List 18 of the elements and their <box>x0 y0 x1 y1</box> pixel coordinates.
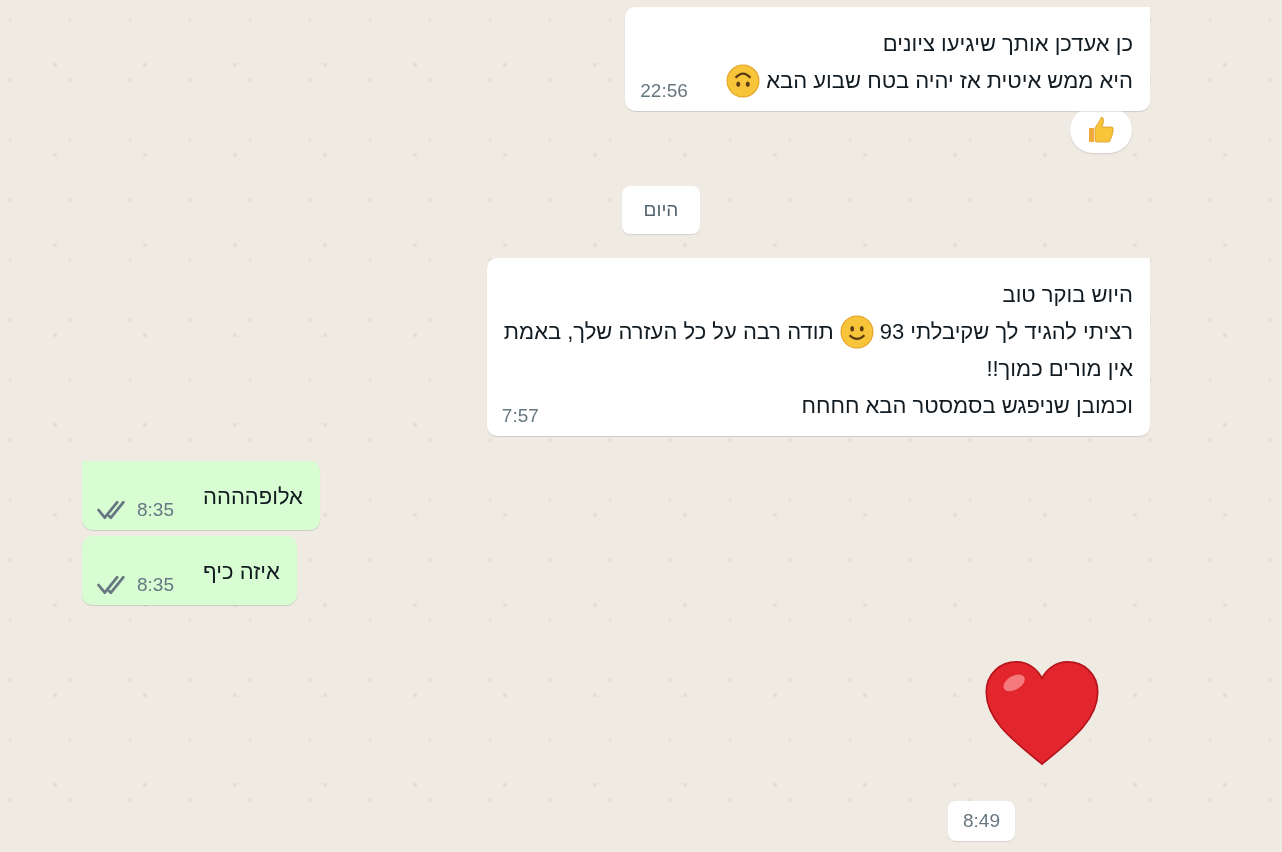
message-text: וכמובן שניפגש בסמסטר הבא חחחח <box>801 392 1133 420</box>
message-time: 8:35 <box>137 574 174 596</box>
message-text: אלופהההה <box>203 483 303 511</box>
message-text: איזה כיף <box>203 558 280 586</box>
message-text: אין מורים כמוך!! <box>986 355 1133 383</box>
message-time: 8:35 <box>137 499 174 521</box>
message-text: תודה רבה על כל העזרה שלך, באמת <box>503 318 834 346</box>
message-time: 8:49 <box>948 801 1015 841</box>
message-time: 7:57 <box>501 405 539 427</box>
message-text: רציתי להגיד לך שקיבלתי 93 <box>879 318 1133 346</box>
message-text: כן אעדכן אותך שיגיעו ציונים <box>882 30 1133 58</box>
message-time: 22:56 <box>640 80 688 102</box>
smiling-face-icon <box>839 314 874 349</box>
upside-down-face-icon <box>726 63 761 98</box>
heart-icon <box>984 658 1100 768</box>
date-chip: היום <box>621 186 701 234</box>
message-text: היא ממש איטית אז יהיה בטח שבוע הבא <box>766 67 1133 95</box>
message-text: היוש בוקר טוב <box>1002 281 1133 309</box>
